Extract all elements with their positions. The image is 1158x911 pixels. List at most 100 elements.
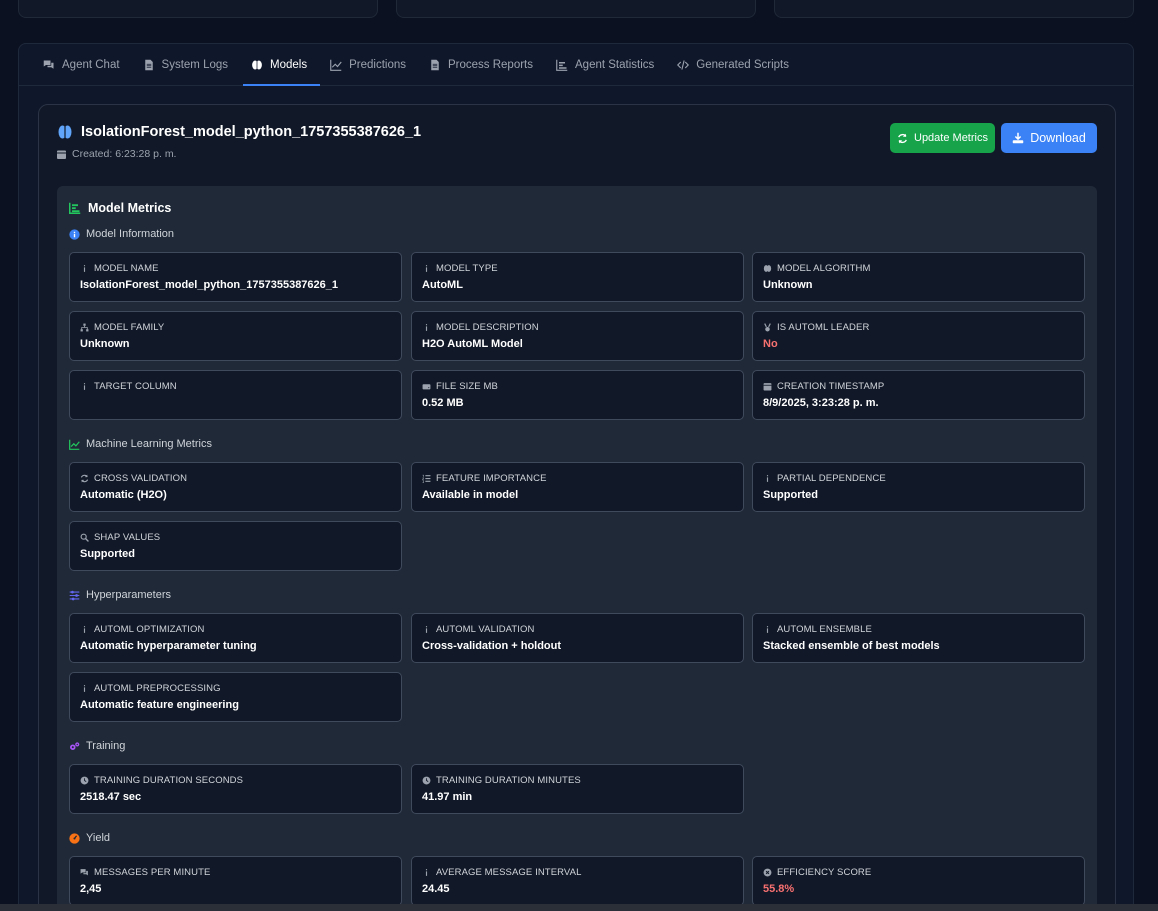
metric-value: Available in model: [422, 489, 519, 501]
section-title-hyperparameters: Hyperparameters: [69, 589, 171, 601]
metric-label: PARTIAL DEPENDENCE: [763, 473, 1074, 484]
metric-label: MESSAGES PER MINUTE: [80, 867, 391, 878]
update-metrics-button[interactable]: Update Metrics: [890, 123, 995, 153]
metric-card-is-automl-leader: IS AUTOML LEADER No: [752, 311, 1085, 361]
x-circle-icon: [763, 868, 772, 877]
metric-value: Automatic feature engineering: [80, 699, 239, 711]
sync-icon: [80, 474, 89, 483]
tab-models[interactable]: Models: [243, 44, 324, 86]
metric-label-text: MODEL NAME: [94, 263, 159, 274]
metric-card-training-duration-seconds: TRAINING DURATION SECONDS 2518.47 sec: [69, 764, 402, 814]
section-title-text: Training: [86, 740, 126, 752]
metric-label: MODEL TYPE: [422, 263, 733, 274]
metric-label: TRAINING DURATION MINUTES: [422, 775, 733, 786]
calendar-icon: [763, 383, 772, 391]
section-title-model-information: Model Information: [69, 228, 174, 240]
created-text: Created: 6:23:28 p. m.: [72, 148, 177, 160]
tab-process-reports[interactable]: Process Reports: [425, 44, 550, 85]
metric-value: 0.52 MB: [422, 397, 464, 409]
metric-label: TARGET COLUMN: [80, 381, 391, 392]
tab-label: Agent Chat: [62, 58, 120, 71]
horizontal-scrollbar[interactable]: [0, 904, 1158, 911]
metric-value: 8/9/2025, 3:23:28 p. m.: [763, 397, 879, 409]
metric-label: TRAINING DURATION SECONDS: [80, 775, 391, 786]
metric-label-text: TARGET COLUMN: [94, 381, 177, 392]
metric-value: Unknown: [80, 338, 130, 350]
section-title-text: Yield: [86, 832, 111, 844]
metric-value: 2518.47 sec: [80, 791, 142, 803]
tab-predictions[interactable]: Predictions: [326, 44, 423, 85]
metric-label-text: AUTOML OPTIMIZATION: [94, 624, 205, 635]
brain-icon: [252, 60, 262, 69]
gauge-icon: [69, 832, 80, 844]
bar-chart-icon: [556, 59, 568, 71]
metrics-panel: Model Metrics Model Information MODEL NAM…: [57, 186, 1097, 911]
metric-label: AUTOML PREPROCESSING: [80, 683, 391, 694]
metric-value: AutoML: [422, 279, 463, 291]
tab-agent-statistics[interactable]: Agent Statistics: [552, 44, 671, 85]
metric-card-model-family: MODEL FAMILY Unknown: [69, 311, 402, 361]
metric-card-automl-validation: AUTOML VALIDATION Cross-validation + hold…: [411, 613, 744, 663]
tab-label: Models: [270, 58, 308, 71]
metric-card-model-name: MODEL NAME IsolationForest_model_python_1…: [69, 252, 402, 302]
info-icon: [766, 626, 769, 633]
model-card: IsolationForest_model_python_17573553876…: [38, 104, 1116, 911]
list-ol-icon: [422, 474, 431, 483]
tab-label: System Logs: [161, 58, 229, 71]
section-title-text: Model Information: [86, 228, 175, 240]
metric-label: FEATURE IMPORTANCE: [422, 473, 733, 484]
tab-agent-chat[interactable]: Agent Chat: [39, 44, 137, 85]
metric-label: EFFICIENCY SCORE: [763, 867, 1074, 878]
metric-value: Automatic (H2O): [80, 489, 167, 501]
sliders-icon: [69, 590, 80, 600]
cogs-icon: [70, 741, 80, 750]
metric-label: AUTOML VALIDATION: [422, 624, 733, 635]
metric-card-model-algorithm: MODEL ALGORITHM Unknown: [752, 252, 1085, 302]
metric-card-model-type: MODEL TYPE AutoML: [411, 252, 744, 302]
info-icon: [83, 383, 86, 390]
metric-label: CREATION TIMESTAMP: [763, 381, 1074, 392]
tab-system-logs[interactable]: System Logs: [139, 44, 245, 85]
metric-card-training-duration-minutes: TRAINING DURATION MINUTES 41.97 min: [411, 764, 744, 814]
metric-value: No: [763, 338, 778, 350]
metric-label: MODEL DESCRIPTION: [422, 322, 733, 333]
clock-icon: [422, 776, 431, 785]
metric-label-text: AUTOML VALIDATION: [436, 624, 535, 635]
section-title-machine-learning-metrics: Machine Learning Metrics: [69, 438, 212, 450]
metric-card-messages-per-minute: MESSAGES PER MINUTE 2,45: [69, 856, 402, 906]
metric-value: Stacked ensemble of best models: [763, 640, 940, 652]
clock-icon: [80, 776, 89, 785]
metric-label-text: CROSS VALIDATION: [94, 473, 188, 484]
metric-card-efficiency-score: EFFICIENCY SCORE 55.8%: [752, 856, 1085, 906]
file-lines-icon: [431, 59, 439, 70]
medal-icon: [764, 323, 771, 332]
tab-generated-scripts[interactable]: Generated Scripts: [673, 44, 806, 85]
info-icon: [425, 265, 428, 272]
metric-card-automl-preprocessing: AUTOML PREPROCESSING Automatic feature en…: [69, 672, 402, 722]
summary-card-3: [774, 0, 1134, 18]
download-icon: [1012, 132, 1024, 144]
section-title-yield: Yield: [69, 832, 110, 844]
metric-label-text: PARTIAL DEPENDENCE: [777, 473, 886, 484]
metric-card-partial-dependence: PARTIAL DEPENDENCE Supported: [752, 462, 1085, 512]
metric-card-creation-timestamp: CREATION TIMESTAMP 8/9/2025, 3:23:28 p. m…: [752, 370, 1085, 420]
metric-value: Unknown: [763, 279, 813, 291]
metric-label: AUTOML ENSEMBLE: [763, 624, 1074, 635]
main-panel: Agent Chat System Logs Models Prediction…: [18, 43, 1134, 911]
metric-value: Automatic hyperparameter tuning: [80, 640, 257, 652]
created-timestamp: Created: 6:23:28 p. m.: [57, 148, 421, 160]
metric-label-text: AVERAGE MESSAGE INTERVAL: [436, 867, 582, 878]
model-header: IsolationForest_model_python_17573553876…: [57, 124, 421, 160]
metric-label-text: MESSAGES PER MINUTE: [94, 867, 211, 878]
section-title-text: Machine Learning Metrics: [86, 438, 212, 450]
metric-label-text: MODEL TYPE: [436, 263, 498, 274]
sitemap-icon: [80, 323, 89, 332]
metric-label-text: CREATION TIMESTAMP: [777, 381, 885, 392]
metric-card-shap-values: SHAP VALUES Supported: [69, 521, 402, 571]
update-metrics-label: Update Metrics: [914, 132, 988, 144]
metric-value: 2,45: [80, 883, 102, 895]
info-icon: [425, 626, 428, 633]
tab-label: Agent Statistics: [575, 58, 655, 71]
download-button[interactable]: Download: [1001, 123, 1097, 153]
brain-icon: [763, 265, 772, 272]
